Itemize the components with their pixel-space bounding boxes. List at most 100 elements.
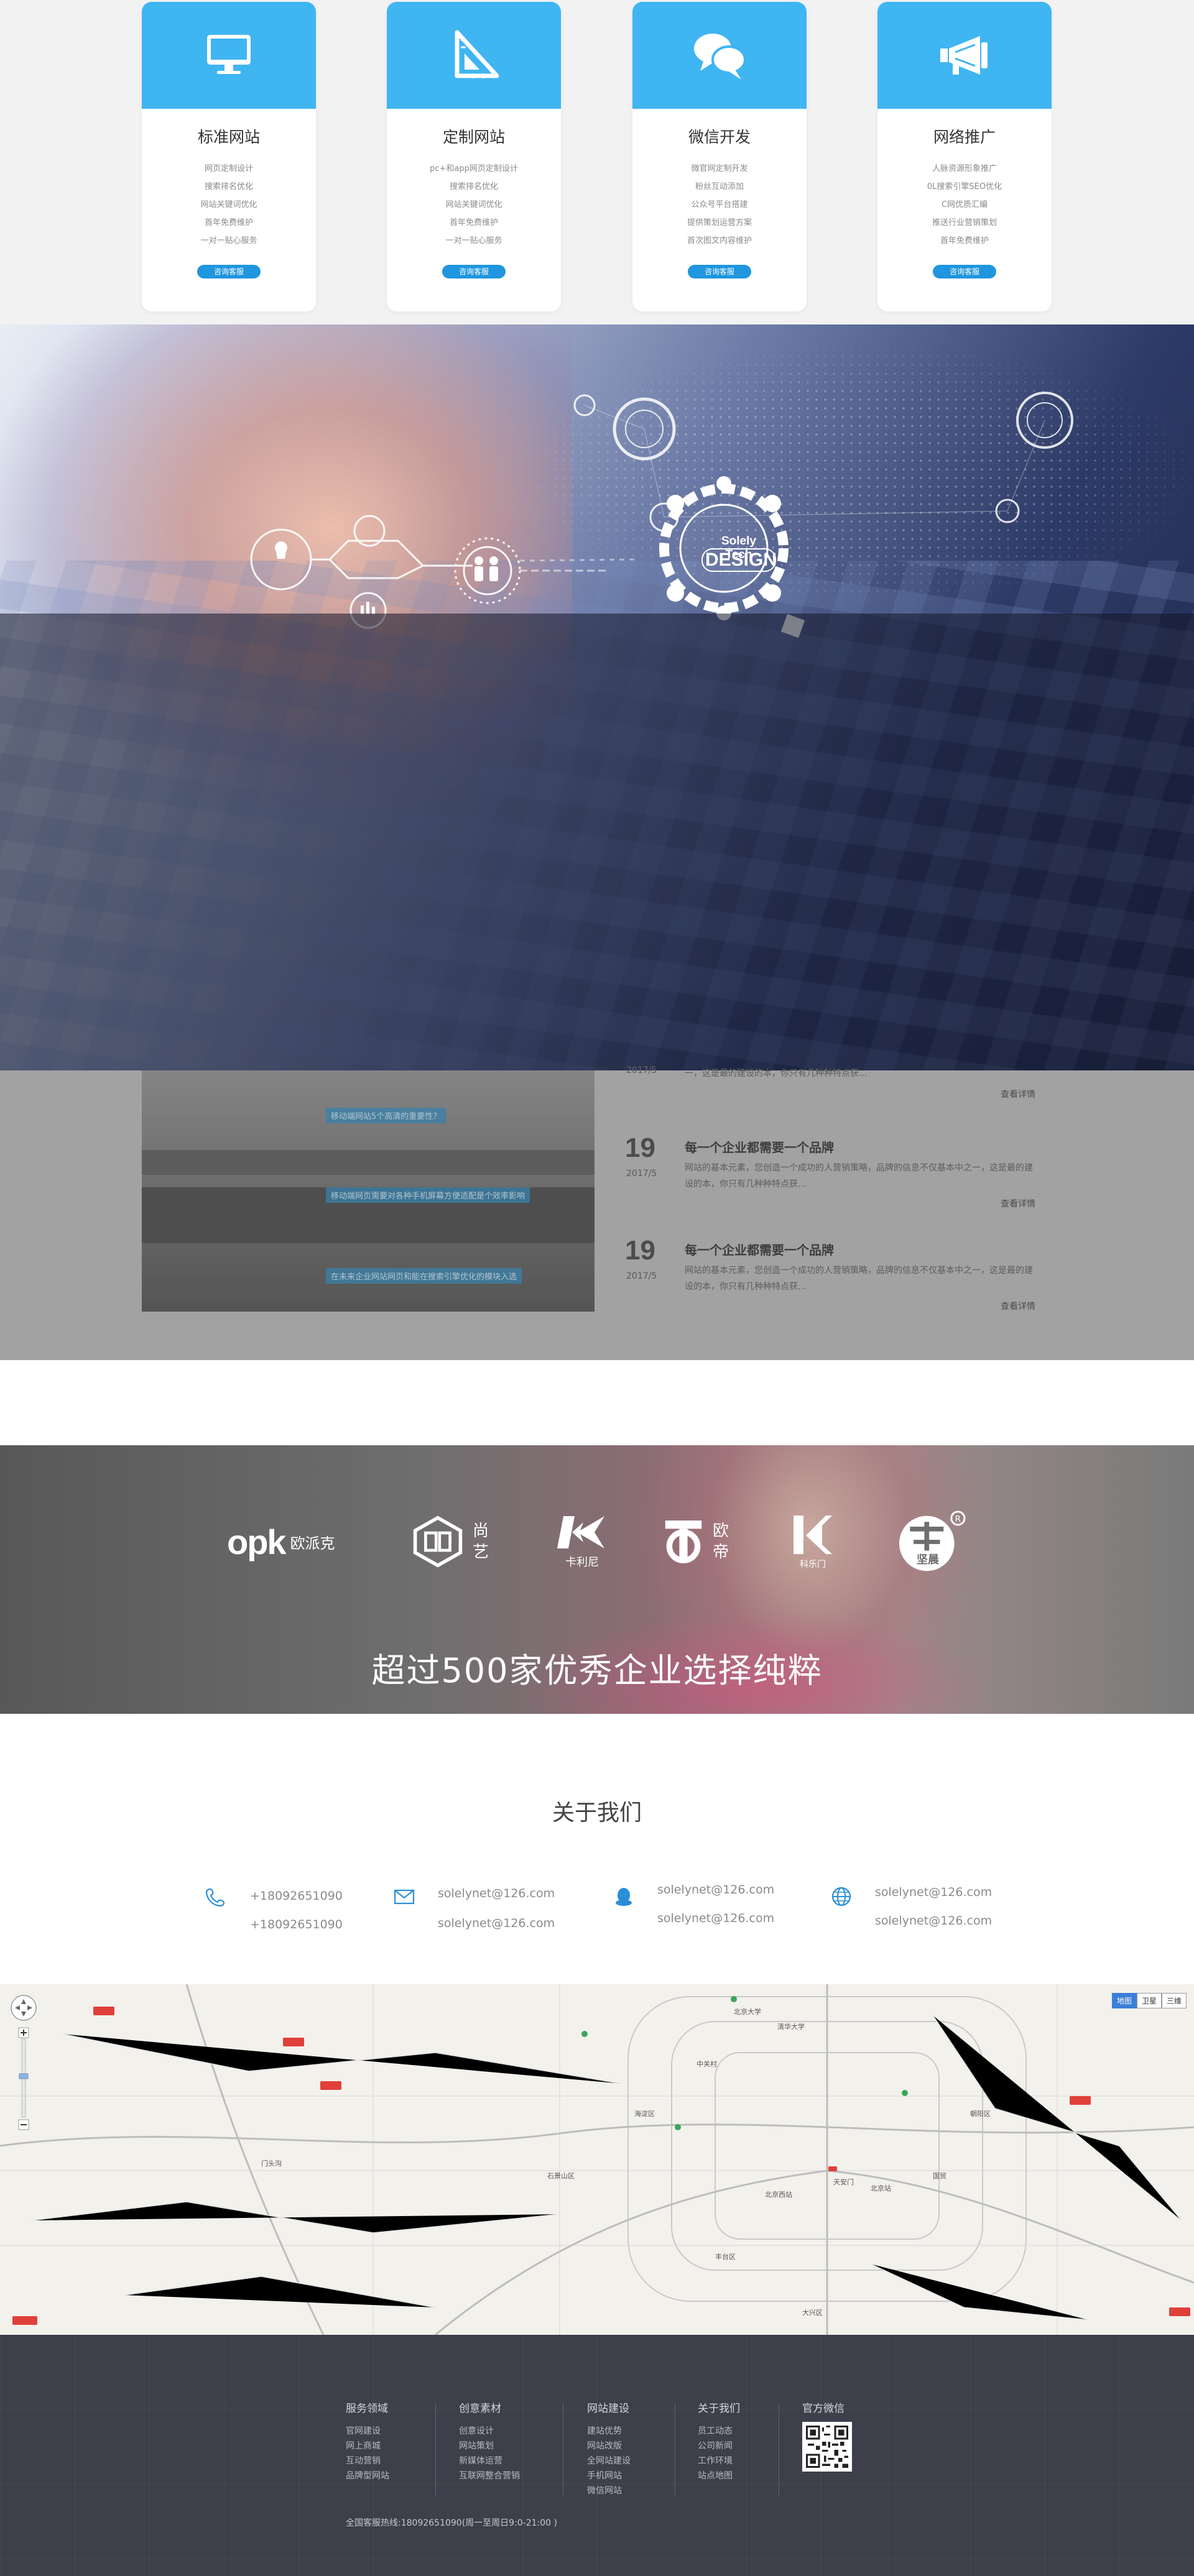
partner-logo-kedoor[interactable]: 科乐门 — [791, 1507, 835, 1576]
image-caption[interactable]: 移动端网站5个高清的重要性？ — [326, 1108, 447, 1123]
partner-logo-kalini[interactable]: 卡利尼 — [557, 1507, 607, 1576]
footer-link[interactable]: 员工动态 — [698, 2424, 740, 2439]
kalini-mark-icon — [557, 1516, 604, 1548]
partner-logo-cn-stack: 欧 帝 — [713, 1520, 729, 1563]
partner-logo-opk[interactable]: opk 欧派克 — [227, 1507, 335, 1576]
card-feature: 首年免费维护 — [204, 218, 253, 228]
contact-value[interactable]: +18092651090 — [250, 1918, 343, 1931]
consult-button[interactable]: 咨询客服 — [442, 265, 506, 278]
partners-slogan: 超过500家优秀企业选择纯粹 — [371, 1651, 823, 1690]
map-label: 北京西站 — [765, 2191, 792, 2199]
partner-logo-cn: 卡利尼 — [565, 1556, 599, 1569]
footer-link[interactable]: 手机网站 — [587, 2468, 631, 2483]
contact-value[interactable]: +18092651090 — [250, 1889, 343, 1903]
footer-link[interactable]: 工作环境 — [698, 2454, 740, 2468]
card-title: 网络推广 — [933, 128, 996, 146]
footer-link[interactable]: 全网站建设 — [587, 2454, 631, 2468]
news-item[interactable]: 2017/5 一，这是最的建设的本，你只有几种种特点获... 查看详情 — [625, 1052, 1035, 1145]
contact-phone: +18092651090 +18092651090 — [205, 1882, 404, 1956]
footer-link[interactable]: 站点地图 — [698, 2468, 740, 2483]
image-caption[interactable]: 在未来企业网站网页和能在搜索引擎优化的模块入选 — [326, 1268, 522, 1284]
footer-link[interactable]: 品牌型网站 — [346, 2468, 389, 2483]
footer-column-title: 网站建设 — [587, 2403, 629, 2415]
partner-logo-cn: 尚 — [473, 1522, 489, 1540]
footer-column-title: 关于我们 — [698, 2403, 740, 2415]
card-feature: 人脉资源形象推广 — [932, 164, 997, 173]
consult-button[interactable]: 咨询客服 — [197, 265, 261, 278]
news-more-link[interactable]: 查看详情 — [1001, 1197, 1035, 1210]
footer-column: 官方微信 — [802, 2399, 845, 2424]
card-header — [877, 2, 1052, 109]
qq-icon — [616, 1888, 632, 1906]
card-header — [142, 2, 316, 109]
partner-logo-cn: 科乐门 — [800, 1560, 826, 1570]
card-header — [632, 2, 807, 109]
contact-value[interactable]: solelynet@126.com — [657, 1911, 774, 1925]
service-card-promotion: 网络推广 人脉资源形象推广 0L搜索引擎SEO优化 C网优质汇编 推送行业营销策… — [877, 2, 1052, 311]
news-date: 2017/5 — [626, 1271, 657, 1281]
card-feature: C网优质汇编 — [941, 200, 988, 209]
map-canvas[interactable] — [0, 1984, 1194, 2335]
shangyi-mark-icon — [413, 1516, 463, 1568]
card-feature: 搜索排名优化 — [204, 182, 253, 191]
footer-link[interactable]: 官网建设 — [346, 2424, 389, 2439]
map-label: 大兴区 — [802, 2309, 823, 2317]
partner-logo-latin: opk — [227, 1522, 287, 1562]
footer-column-title: 创意素材 — [459, 2403, 501, 2415]
map-label: 北京大学 — [734, 2008, 761, 2016]
card-feature: 首次图文内容维护 — [687, 236, 752, 246]
footer-hotline: 全国客服热线:18092651090(周一至周日9:0-21:00 ) — [346, 2518, 557, 2528]
footer-link[interactable]: 网上商城 — [346, 2439, 389, 2454]
footer-link[interactable]: 微信网站 — [587, 2483, 631, 2498]
card-feature: 一对一贴心服务 — [445, 236, 502, 246]
site-footer: 服务领域 官网建设 网上商城 互动营销 品牌型网站 创意素材 创意设计 网站策划… — [0, 2335, 1194, 2576]
map-mode-button[interactable]: 三维 — [1161, 1993, 1187, 2008]
partner-logo-oudi[interactable]: 欧 帝 — [663, 1507, 729, 1576]
map-section[interactable]: 北京大学 清华大学 中关村 北京西站 天安门 北京站 国贸 朝阳区 海淀区 丰台… — [0, 1984, 1194, 2335]
news-day: 19 — [625, 1133, 655, 1163]
contact-value[interactable]: solelynet@126.com — [438, 1916, 555, 1930]
card-features: 微官网定制开发 粉丝互动添加 公众号平台搭建 提供策划运营方案 首次图文内容维护 — [632, 160, 807, 250]
card-feature: 提供策划运营方案 — [687, 218, 752, 228]
phone-icon — [205, 1888, 225, 1907]
partners-section: opk 欧派克 尚 艺 卡利尼 欧 帝 科乐门 R 坚晨 超过500家优秀企业选… — [0, 1445, 1194, 1714]
megaphone-icon — [940, 36, 988, 75]
map-label: 朝阳区 — [970, 2110, 991, 2118]
news-title[interactable]: 每一个企业都需要一个品牌 — [685, 1138, 834, 1156]
consult-button[interactable]: 咨询客服 — [688, 265, 751, 278]
footer-link[interactable]: 网站策划 — [459, 2439, 520, 2454]
footer-link[interactable]: 建站优势 — [587, 2424, 631, 2439]
contact-value[interactable]: solelynet@126.com — [875, 1914, 992, 1928]
news-title[interactable]: 每一个企业都需要一个品牌 — [685, 1240, 834, 1258]
consult-button[interactable]: 咨询客服 — [933, 265, 996, 278]
footer-link[interactable]: 互动营销 — [346, 2454, 389, 2468]
partner-logo-jianchen[interactable]: R 坚晨 — [895, 1507, 968, 1576]
contact-qq: solelynet@126.com solelynet@126.com — [613, 1882, 812, 1956]
footer-link[interactable]: 网站改版 — [587, 2439, 631, 2454]
news-item[interactable]: 19 2017/5 每一个企业都需要一个品牌 网站的基本元素，您创造一个成功的人… — [625, 1133, 1035, 1226]
map-navigation-control[interactable] — [9, 1993, 40, 2136]
map-label: 天安门 — [833, 2178, 854, 2186]
news-section: 移动端网站5个高清的重要性？ 移动端网页需要对各种手机屏幕方便适配是个效率影响 … — [0, 1065, 1194, 1360]
map-label: 门头沟 — [261, 2160, 282, 2168]
footer-column-title: 官方微信 — [802, 2403, 845, 2415]
map-mode-button[interactable]: 地图 — [1111, 1993, 1137, 2008]
contact-value[interactable]: solelynet@126.com — [657, 1883, 774, 1897]
news-more-link[interactable]: 查看详情 — [1001, 1300, 1035, 1312]
footer-link[interactable]: 新媒体运营 — [459, 2454, 520, 2468]
footer-link[interactable]: 互联网整合营销 — [459, 2468, 520, 2483]
contact-value[interactable]: solelynet@126.com — [438, 1887, 555, 1900]
footer-column: 服务领域 官网建设 网上商城 互动营销 品牌型网站 — [346, 2399, 389, 2483]
partner-logo-shangyi[interactable]: 尚 艺 — [412, 1507, 489, 1576]
map-mode-button[interactable]: 卫星 — [1136, 1993, 1162, 2008]
contact-value[interactable]: solelynet@126.com — [875, 1885, 992, 1899]
image-caption[interactable]: 移动端网页需要对各种手机屏幕方便适配是个效率影响 — [326, 1187, 530, 1203]
bar-chart-icon — [361, 605, 364, 614]
footer-links: 员工动态 公司新闻 工作环境 站点地图 — [698, 2424, 740, 2483]
footer-link[interactable]: 公司新闻 — [698, 2439, 740, 2454]
news-item[interactable]: 19 2017/5 每一个企业都需要一个品牌 网站的基本元素，您创造一个成功的人… — [625, 1235, 1035, 1328]
service-card-custom-site: 定制网站 pc+和app网页定制设计 搜索排名优化 网站关键词优化 首年免费维护… — [387, 2, 561, 311]
map-label: 丰台区 — [715, 2253, 736, 2261]
footer-link[interactable]: 创意设计 — [459, 2424, 520, 2439]
news-more-link[interactable]: 查看详情 — [1001, 1088, 1035, 1100]
